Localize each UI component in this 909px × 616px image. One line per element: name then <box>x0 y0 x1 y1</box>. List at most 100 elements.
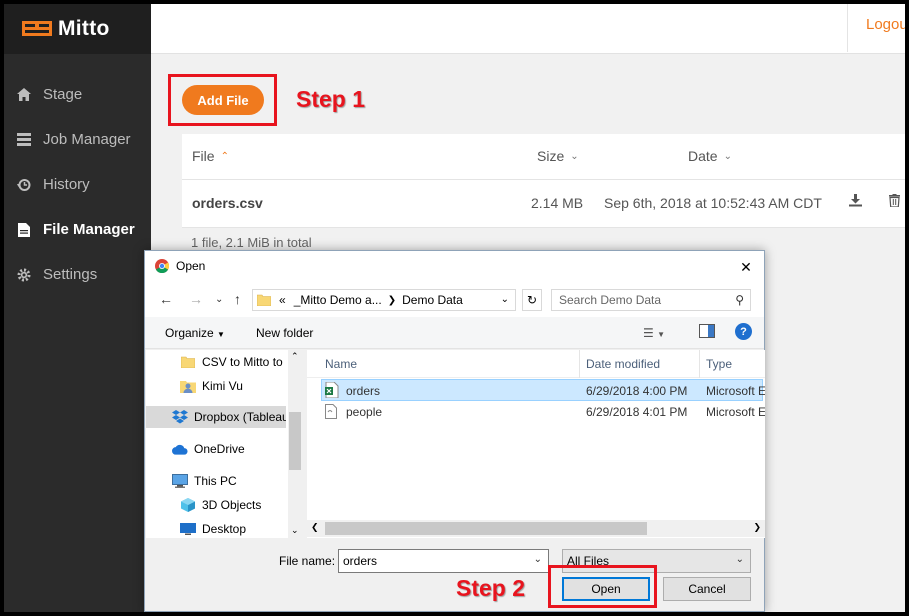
open-file-dialog: Open ✕ ← → ⌄ ↑ « _Mitto Demo a... ❯ Demo… <box>144 250 765 612</box>
sidebar-item-label: History <box>43 176 90 193</box>
scroll-down-icon[interactable]: ⌄ <box>291 525 299 536</box>
view-options-icon[interactable]: ☰ ▼ <box>643 326 665 340</box>
column-header-date[interactable]: Date ⌄ <box>688 148 732 164</box>
chevron-down-icon: ⌄ <box>570 150 579 162</box>
tree-item[interactable]: Kimi Vu <box>146 375 286 397</box>
address-bar-row: ← → ⌄ ↑ « _Mitto Demo a... ❯ Demo Data ⌄… <box>145 281 764 317</box>
brand[interactable]: Mitto <box>4 4 151 54</box>
tree-scrollbar[interactable]: ⌃ ⌄ <box>288 350 302 538</box>
scroll-left-icon[interactable]: ❮ <box>311 522 319 533</box>
cancel-button[interactable]: Cancel <box>663 577 751 601</box>
file-row[interactable]: people 6/29/2018 4:01 PM Microsoft Ex <box>321 401 765 423</box>
cloud-icon <box>172 442 188 456</box>
tree-item[interactable]: Desktop <box>146 518 286 538</box>
up-arrow-icon[interactable]: ↑ <box>234 291 241 307</box>
breadcrumb-separator-icon: ❯ <box>387 294 397 306</box>
table-header: File ⌃ Size ⌄ Date ⌄ <box>182 134 905 180</box>
folder-icon <box>180 355 196 369</box>
recent-locations-icon[interactable]: ⌄ <box>215 294 223 305</box>
sidebar-item-label: Stage <box>43 86 83 103</box>
file-name: orders <box>346 384 381 398</box>
add-file-button[interactable]: Add File <box>182 85 264 115</box>
download-icon[interactable] <box>849 194 862 210</box>
tree-item-selected[interactable]: Dropbox (Tableau <box>146 406 286 428</box>
sidebar: Mitto Stage Job Manager History File Man… <box>4 4 151 612</box>
file-row-selected[interactable]: orders 6/29/2018 4:00 PM Microsoft Ex <box>321 379 765 401</box>
app-name: Mitto <box>58 17 110 40</box>
file-type: Microsoft Ex <box>706 405 765 419</box>
sidebar-nav: Stage Job Manager History File Manager S… <box>4 72 151 297</box>
step2-label: Step 2 <box>456 575 526 601</box>
column-header-name[interactable]: Name <box>325 357 357 371</box>
file-list-header: ⌃ Name Date modified Type <box>307 350 765 378</box>
scroll-up-icon[interactable]: ⌃ <box>291 351 299 362</box>
file-date-modified: 6/29/2018 4:00 PM <box>586 384 688 398</box>
preview-pane-icon[interactable] <box>699 324 715 341</box>
file-name-label: File name: <box>279 554 336 568</box>
column-header-type[interactable]: Type <box>706 357 732 371</box>
breadcrumb-overflow[interactable]: « <box>279 293 286 307</box>
search-icon: ⚲ <box>735 293 744 307</box>
file-date-modified: 6/29/2018 4:01 PM <box>586 405 688 419</box>
user-folder-icon <box>180 379 196 393</box>
step1-label: Step 1 <box>296 86 366 112</box>
file-name-input[interactable]: orders ⌄ <box>338 549 549 573</box>
file-summary: 1 file, 2.1 MiB in total <box>191 235 312 250</box>
home-icon <box>17 88 31 102</box>
top-bar: Logout <box>151 4 905 54</box>
tree-item[interactable]: OneDrive <box>146 438 286 460</box>
chevron-down-icon[interactable]: ⌄ <box>534 554 542 565</box>
search-placeholder: Search Demo Data <box>559 293 662 307</box>
tree-item[interactable]: This PC <box>146 470 286 492</box>
file-date: Sep 6th, 2018 at 10:52:43 AM CDT <box>604 195 822 211</box>
scrollbar-thumb[interactable] <box>325 522 647 535</box>
file-size: 2.14 MB <box>531 195 584 211</box>
table-row[interactable]: orders.csv 2.14 MB Sep 6th, 2018 at 10:5… <box>182 180 905 228</box>
sort-asc-icon: ⌃ <box>220 150 229 162</box>
close-icon[interactable]: ✕ <box>736 257 756 277</box>
tree-item[interactable]: CSV to Mitto to T <box>146 351 286 373</box>
column-header-size[interactable]: Size ⌄ <box>537 148 579 164</box>
new-folder-button[interactable]: New folder <box>256 326 313 340</box>
search-input[interactable]: Search Demo Data ⚲ <box>551 289 751 311</box>
file-table: File ⌃ Size ⌄ Date ⌄ orders.csv 2.14 MB … <box>182 134 905 228</box>
sidebar-item-job-manager[interactable]: Job Manager <box>4 117 151 162</box>
dialog-toolbar: Organize ▼ New folder ☰ ▼ ? <box>145 317 764 349</box>
help-icon[interactable]: ? <box>735 323 752 340</box>
column-separator[interactable] <box>699 350 700 378</box>
dialog-title-bar: Open ✕ <box>145 251 764 281</box>
sidebar-item-stage[interactable]: Stage <box>4 72 151 117</box>
file-list-scrollbar[interactable]: ❮ ❯ <box>307 520 765 537</box>
back-arrow-icon[interactable]: ← <box>159 291 173 307</box>
sidebar-item-label: Settings <box>43 266 98 283</box>
address-bar[interactable]: « _Mitto Demo a... ❯ Demo Data ⌄ <box>252 289 516 311</box>
chevron-down-icon[interactable]: ⌄ <box>501 294 509 305</box>
document-file-icon <box>325 404 337 422</box>
column-header-file[interactable]: File ⌃ <box>192 148 229 164</box>
organize-menu[interactable]: Organize ▼ <box>165 326 225 340</box>
sidebar-item-settings[interactable]: Settings <box>4 252 151 297</box>
sidebar-item-file-manager[interactable]: File Manager <box>4 207 151 252</box>
sidebar-item-label: Job Manager <box>43 131 131 148</box>
breadcrumb-item[interactable]: Demo Data <box>402 293 463 307</box>
sort-indicator-icon: ⌃ <box>445 350 454 357</box>
logout-link[interactable]: Logout <box>866 16 905 33</box>
mitto-logo-icon <box>22 21 52 36</box>
navigation-pane: CSV to Mitto to T Kimi Vu Dropbox (Table… <box>146 350 302 538</box>
folder-icon <box>257 294 271 306</box>
file-name: orders.csv <box>192 195 263 211</box>
refresh-icon[interactable]: ↻ <box>522 289 542 311</box>
history-icon <box>17 178 31 192</box>
forward-arrow-icon[interactable]: → <box>189 291 203 307</box>
scrollbar-thumb[interactable] <box>289 412 301 470</box>
scroll-right-icon[interactable]: ❯ <box>753 522 761 533</box>
breadcrumb-item[interactable]: _Mitto Demo a... <box>294 293 382 307</box>
tree-item[interactable]: 3D Objects <box>146 494 286 516</box>
sidebar-item-history[interactable]: History <box>4 162 151 207</box>
file-name: people <box>346 405 383 419</box>
trash-icon[interactable] <box>889 194 900 210</box>
sidebar-item-label: File Manager <box>43 221 135 238</box>
column-header-date-modified[interactable]: Date modified <box>586 357 660 371</box>
gear-icon <box>17 268 31 282</box>
column-separator[interactable] <box>579 350 580 378</box>
